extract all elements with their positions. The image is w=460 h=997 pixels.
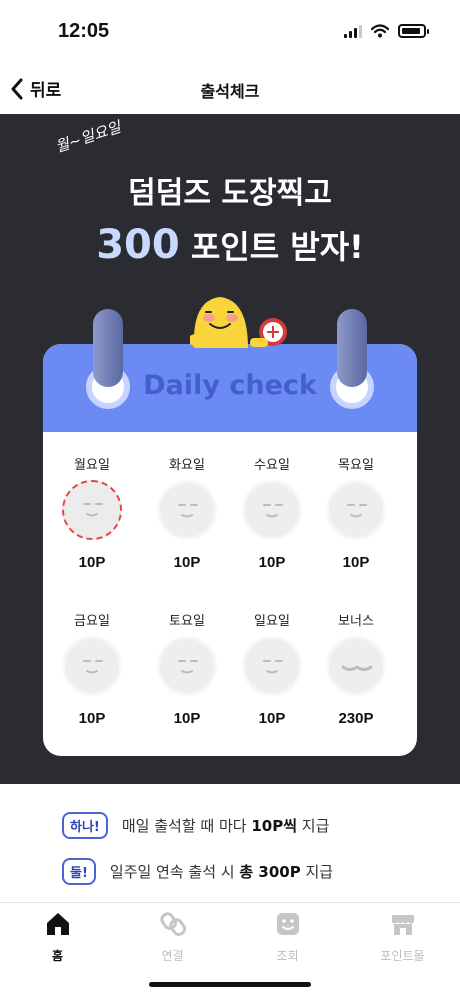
day-label: 금요일 bbox=[74, 614, 110, 629]
wifi-icon bbox=[371, 24, 389, 38]
hero-subheadline: 300 포인트 받자! bbox=[0, 222, 460, 268]
info-text-pre: 매일 출석할 때 마다 bbox=[121, 817, 252, 835]
day-friday[interactable]: 금요일 10P bbox=[50, 610, 134, 727]
day-points: 10P bbox=[78, 554, 106, 571]
binder-ring-left bbox=[93, 309, 123, 387]
status-bar: 12:05 bbox=[0, 0, 460, 64]
hero-headline: 덤덤즈 도장찍고 bbox=[128, 176, 332, 211]
stamp-slot bbox=[157, 480, 217, 540]
home-icon bbox=[46, 913, 69, 935]
tab-point-mall[interactable]: 포인트몰 bbox=[345, 911, 460, 964]
day-monday[interactable]: 월요일 10P bbox=[50, 454, 134, 571]
link-icon bbox=[159, 912, 186, 936]
sleepy-face-icon bbox=[178, 660, 198, 674]
hero-points-number: 300 bbox=[96, 222, 180, 268]
battery-icon bbox=[398, 24, 429, 38]
day-points: 10P bbox=[342, 554, 370, 571]
info-tag: 하나! bbox=[62, 812, 108, 839]
info-text: 일주일 연속 출석 시 총 300P 지급 bbox=[110, 861, 333, 882]
signal-icon bbox=[344, 24, 362, 38]
day-sunday[interactable]: 일요일 10P bbox=[230, 610, 314, 727]
sleepy-face-icon bbox=[178, 504, 198, 518]
day-label: 일요일 bbox=[254, 614, 290, 629]
day-wednesday[interactable]: 수요일 10P bbox=[230, 454, 314, 571]
day-label: 월요일 bbox=[74, 458, 110, 473]
info-row-weekly: 둘! 일주일 연속 출석 시 총 300P 지급 bbox=[62, 858, 333, 885]
info-row-daily: 하나! 매일 출석할 때 마다 10P씩 지급 bbox=[62, 812, 329, 839]
smile-icon bbox=[276, 913, 299, 935]
day-label: 보너스 bbox=[338, 614, 374, 629]
day-points: 10P bbox=[173, 554, 201, 571]
stamp-slot-active bbox=[62, 480, 122, 540]
home-indicator bbox=[149, 982, 311, 987]
hero-points-text: 포인트 받자! bbox=[190, 228, 364, 266]
sleepy-face-icon bbox=[263, 660, 283, 674]
day-points: 10P bbox=[258, 554, 286, 571]
day-points: 10P bbox=[173, 710, 201, 727]
day-label: 목요일 bbox=[338, 458, 374, 473]
tab-label: 포인트몰 bbox=[380, 949, 425, 963]
day-thursday[interactable]: 목요일 10P bbox=[314, 454, 398, 571]
tab-connect[interactable]: 연결 bbox=[115, 911, 230, 964]
day-saturday[interactable]: 토요일 10P bbox=[145, 610, 229, 727]
nav-header: 뒤로 출석체크 bbox=[0, 64, 460, 114]
sleepy-face-icon bbox=[347, 504, 367, 518]
sleepy-face-icon bbox=[83, 503, 103, 517]
binder-ring-right bbox=[337, 309, 367, 387]
tab-label: 홈 bbox=[51, 949, 64, 963]
mustache-face-icon bbox=[341, 665, 373, 671]
info-text-post: 지급 bbox=[297, 817, 330, 835]
stamp-slot bbox=[326, 636, 386, 696]
page-title: 출석체크 bbox=[200, 82, 260, 101]
info-text-post: 지급 bbox=[300, 863, 334, 881]
sleepy-face-icon bbox=[263, 504, 283, 518]
day-points: 10P bbox=[258, 710, 286, 727]
day-points: 10P bbox=[78, 710, 106, 727]
info-text-bold: 총 300P bbox=[239, 863, 301, 881]
stamp-slot bbox=[62, 636, 122, 696]
tab-lookup[interactable]: 조회 bbox=[230, 911, 345, 964]
info-text-bold: 10P씩 bbox=[251, 817, 298, 835]
info-tag: 둘! bbox=[62, 858, 96, 885]
stamp-slot bbox=[157, 636, 217, 696]
stamp-slot bbox=[242, 480, 302, 540]
status-time: 12:05 bbox=[58, 20, 110, 42]
day-label: 화요일 bbox=[169, 458, 205, 473]
day-tuesday[interactable]: 화요일 10P bbox=[145, 454, 229, 571]
day-label: 토요일 bbox=[169, 614, 205, 629]
status-icons bbox=[344, 24, 429, 38]
tab-label: 조회 bbox=[276, 949, 299, 963]
day-bonus[interactable]: 보너스 230P bbox=[314, 610, 398, 727]
info-text-pre: 일주일 연속 출석 시 bbox=[109, 863, 240, 881]
info-text: 매일 출석할 때 마다 10P씩 지급 bbox=[122, 815, 330, 836]
tab-home[interactable]: 홈 bbox=[0, 911, 115, 964]
mascot-icon bbox=[190, 297, 287, 348]
tab-label: 연결 bbox=[161, 949, 184, 963]
store-icon bbox=[391, 915, 414, 935]
sleepy-face-icon bbox=[83, 660, 103, 674]
stamp-slot bbox=[242, 636, 302, 696]
day-points: 230P bbox=[338, 710, 374, 727]
stamp-slot bbox=[326, 480, 386, 540]
day-label: 수요일 bbox=[254, 458, 290, 473]
